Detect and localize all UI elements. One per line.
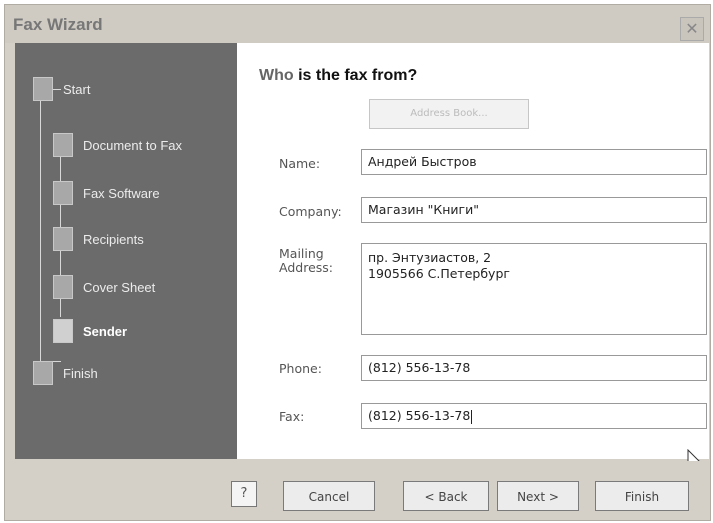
wizard-footer: ? Cancel < Back Next > Finish [5,461,710,520]
text-caret [471,409,473,424]
step-label: Finish [63,366,98,381]
address-book-button[interactable]: Address Book... [369,99,529,129]
fax-label: Fax: [279,409,305,424]
step-label: Document to Fax [83,138,182,153]
phone-field[interactable]: (812) 556-13-78 [361,355,707,381]
mailing-address-field[interactable]: пр. Энтузиастов, 2 1905566 С.Петербург [361,243,707,335]
step-marker-icon [53,275,73,299]
step-marker-icon [53,133,73,157]
step-label: Fax Software [83,186,160,201]
company-label: Company: [279,204,342,219]
step-marker-icon [53,319,73,343]
fax-value: (812) 556-13-78 [368,408,471,423]
fax-field[interactable]: (812) 556-13-78 [361,403,707,429]
step-label: Sender [83,324,128,339]
mailing-address-label: Mailing Address: [279,246,333,275]
step-marker-icon [53,227,73,251]
wizard-steps-sidebar: Start Document to Fax Fax Software Recip… [15,43,237,459]
cancel-button[interactable]: Cancel [283,481,375,511]
fax-wizard-window: Fax Wizard ✕ Start Document to Fax Fax S… [4,4,711,521]
phone-label: Phone: [279,361,322,376]
step-label: Cover Sheet [83,280,156,295]
next-button[interactable]: Next > [497,481,579,511]
close-icon[interactable]: ✕ [680,17,704,41]
name-field[interactable]: Андрей Быстров [361,149,707,175]
company-field[interactable]: Магазин "Книги" [361,197,707,223]
name-label: Name: [279,156,321,171]
step-connector-line [40,85,41,367]
window-title: Fax Wizard [13,15,103,34]
heading-who: Who [259,67,294,84]
heading-rest: is the fax from? [298,67,418,84]
step-label: Start [63,82,91,97]
step-marker-icon [33,361,53,385]
finish-button[interactable]: Finish [595,481,689,511]
help-icon[interactable]: ? [231,481,257,507]
back-button[interactable]: < Back [403,481,489,511]
page-title: Who is the fax from? [259,67,417,85]
step-marker-icon [33,77,53,101]
title-bar: Fax Wizard ✕ [5,5,710,43]
step-marker-icon [53,181,73,205]
sender-form-panel: Who is the fax from? Address Book... Nam… [237,43,709,459]
step-label: Recipients [83,232,144,247]
